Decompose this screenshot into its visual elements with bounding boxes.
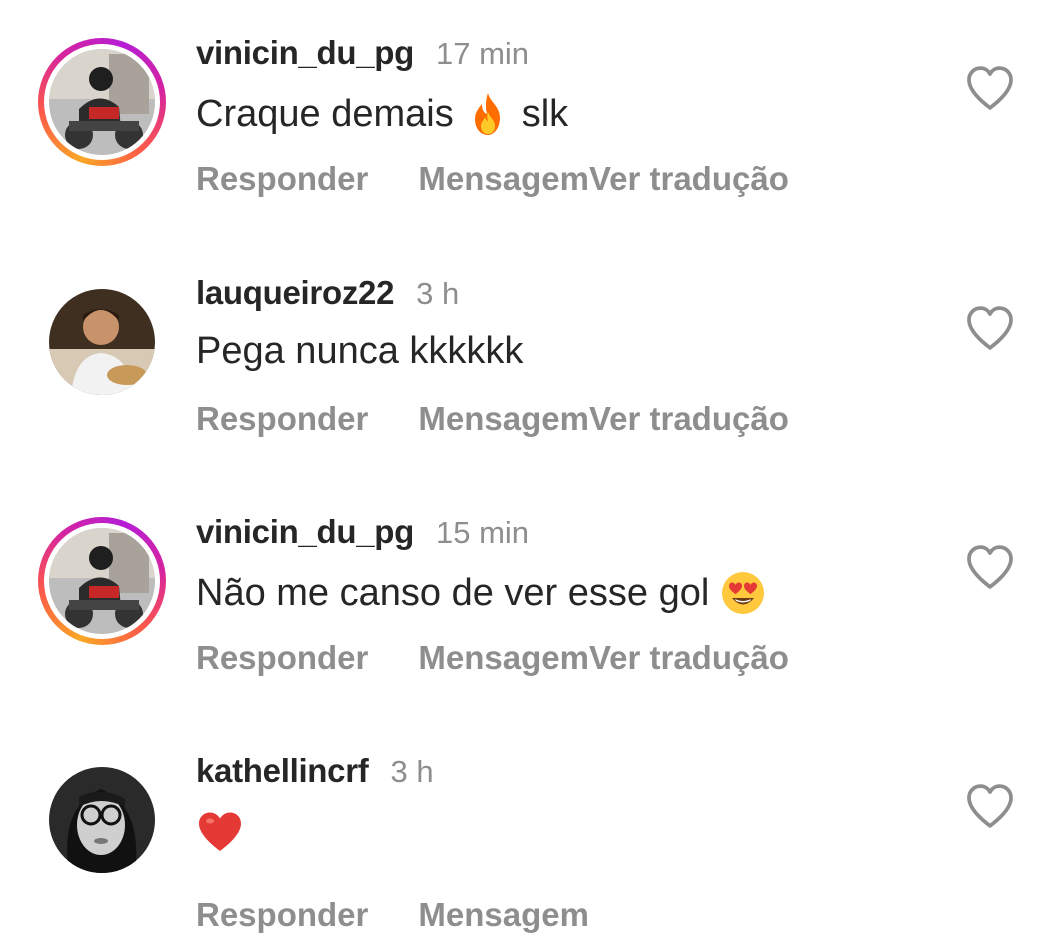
reply-button[interactable]: Responder: [196, 896, 368, 934]
avatar[interactable]: [49, 289, 155, 395]
reply-button[interactable]: Responder: [196, 400, 368, 438]
heart-eyes-emoji-icon: [719, 569, 767, 617]
comment-text-before: Não me canso de ver esse gol: [196, 571, 710, 614]
comment-text-before: Craque demais: [196, 92, 454, 135]
like-button[interactable]: [962, 60, 1018, 116]
heart-outline-icon: [967, 66, 1013, 110]
red-heart-emoji-icon: [196, 808, 244, 856]
comment-item: kathellincrf 3 h Responder Mensagem: [0, 726, 1064, 933]
avatar[interactable]: [49, 767, 155, 873]
comment-timestamp: 3 h: [390, 754, 434, 789]
message-button[interactable]: Mensagem: [418, 896, 589, 934]
avatar-frame[interactable]: [38, 278, 166, 406]
translate-button[interactable]: Ver tradução: [589, 160, 789, 198]
reply-button[interactable]: Responder: [196, 639, 368, 677]
message-button[interactable]: Mensagem: [418, 160, 589, 198]
comment-text-after: slk: [521, 92, 569, 135]
avatar-photo: [49, 767, 155, 873]
heart-outline-icon: [967, 306, 1013, 350]
message-button[interactable]: Mensagem: [418, 639, 589, 677]
comment-text-before: Pega nunca kkkkkk: [196, 330, 524, 372]
comment-username[interactable]: vinicin_du_pg: [196, 513, 414, 551]
like-button[interactable]: [962, 778, 1018, 834]
comment-item: vinicin_du_pg 15 min Não me canso de ver…: [0, 487, 1064, 687]
translate-button[interactable]: Ver tradução: [589, 400, 789, 438]
comment-text: Craque demais slk: [196, 90, 568, 138]
comment-text: [196, 808, 254, 856]
avatar-photo: [49, 528, 155, 634]
comment-item: lauqueiroz22 3 h Pega nunca kkkkkk Respo…: [0, 248, 1064, 448]
comment-username[interactable]: vinicin_du_pg: [196, 34, 414, 72]
comment-timestamp: 15 min: [435, 515, 530, 550]
avatar-frame[interactable]: [38, 756, 166, 884]
heart-outline-icon: [967, 784, 1013, 828]
story-ring[interactable]: [38, 517, 166, 645]
translate-button[interactable]: Ver tradução: [589, 639, 789, 677]
comment-timestamp: 3 h: [416, 276, 460, 311]
comment-username[interactable]: lauqueiroz22: [196, 274, 394, 312]
message-button[interactable]: Mensagem: [418, 400, 589, 438]
fire-emoji-icon: [464, 90, 512, 138]
like-button[interactable]: [962, 300, 1018, 356]
avatar-photo: [49, 49, 155, 155]
comment-username[interactable]: kathellincrf: [196, 752, 369, 790]
avatar[interactable]: [49, 49, 155, 155]
reply-button[interactable]: Responder: [196, 160, 368, 198]
like-button[interactable]: [962, 539, 1018, 595]
heart-outline-icon: [967, 545, 1013, 589]
story-ring[interactable]: [38, 38, 166, 166]
comment-item: vinicin_du_pg 17 min Craque demais slk R…: [0, 8, 1064, 208]
avatar[interactable]: [49, 528, 155, 634]
avatar-photo: [49, 289, 155, 395]
comment-text: Não me canso de ver esse gol: [196, 569, 777, 617]
comment-text: Pega nunca kkkkkk: [196, 330, 523, 373]
comment-timestamp: 17 min: [435, 36, 530, 71]
